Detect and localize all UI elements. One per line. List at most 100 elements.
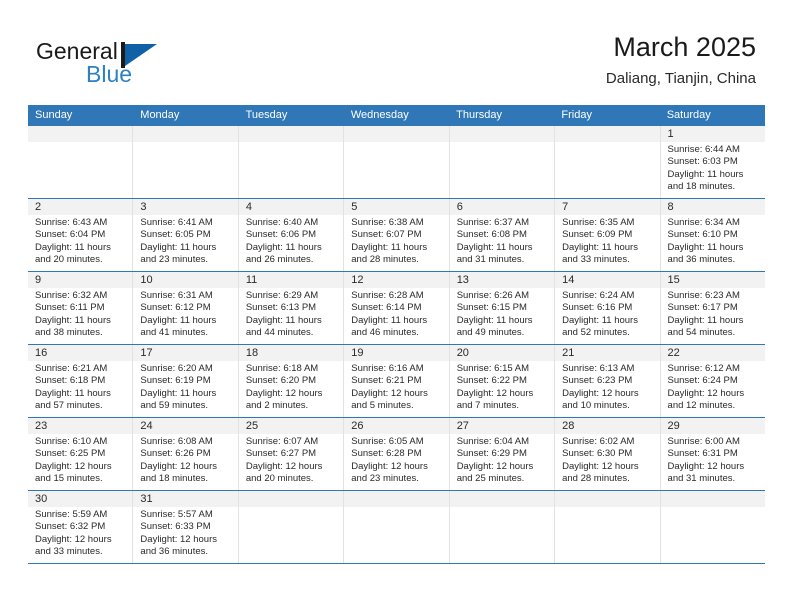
day-detail-line: Daylight: 12 hours — [140, 460, 217, 472]
day-number: 26 — [351, 420, 364, 432]
calendar-day-cell[interactable]: 28 Sunrise: 6:02 AM Sunset: 6:30 PM Dayligh… — [555, 418, 661, 490]
day-detail-line: Sunrise: 6:12 AM — [667, 363, 740, 374]
weekday-header-monday: Monday — [140, 109, 180, 121]
calendar-day-cell[interactable]: 17 Sunrise: 6:20 AM Sunset: 6:19 PM Dayligh… — [133, 345, 239, 417]
day-detail-line: and 52 minutes. — [562, 327, 630, 339]
day-detail-line: Sunrise: 6:31 AM — [140, 290, 213, 301]
day-detail-line: Sunset: 6:14 PM — [351, 302, 422, 314]
calendar-day-cell[interactable]: 7 Sunrise: 6:35 AM Sunset: 6:09 PM Daylight… — [555, 199, 661, 271]
day-detail-line: and 33 minutes. — [35, 546, 103, 558]
calendar-day-cell[interactable]: 25 Sunrise: 6:07 AM Sunset: 6:27 PM Dayligh… — [238, 418, 345, 490]
day-detail-line: Sunset: 6:03 PM — [667, 156, 738, 168]
day-detail-line: and 44 minutes. — [245, 327, 314, 339]
day-detail-line: Sunrise: 6:40 AM — [245, 217, 319, 228]
calendar-day-cell[interactable]: 18 Sunrise: 6:18 AM Sunset: 6:20 PM Dayligh… — [238, 345, 345, 417]
day-number-band — [449, 126, 555, 142]
calendar-day-cell[interactable]: 5 Sunrise: 6:38 AM Sunset: 6:07 PM Daylight… — [344, 199, 450, 271]
day-detail-line: and 12 minutes. — [667, 400, 736, 412]
day-detail-line: Daylight: 12 hours — [35, 460, 112, 472]
day-detail-line: Sunrise: 6:08 AM — [140, 436, 213, 447]
calendar-empty-cell — [238, 491, 345, 563]
calendar-day-cell[interactable]: 21 Sunrise: 6:13 AM Sunset: 6:23 PM Dayligh… — [555, 345, 661, 417]
calendar-week-row: 23 Sunrise: 6:10 AM Sunset: 6:25 PM Dayligh… — [28, 418, 765, 491]
calendar-day-cell[interactable]: 3 Sunrise: 6:41 AM Sunset: 6:05 PM Daylight… — [133, 199, 239, 271]
day-details: Sunrise: 6:00 AM Sunset: 6:31 PM Daylight:… — [661, 434, 765, 486]
calendar-day-cell[interactable]: 8 Sunrise: 6:34 AM Sunset: 6:10 PM Daylight… — [660, 199, 765, 271]
day-number: 25 — [245, 420, 259, 432]
calendar-empty-cell — [449, 491, 556, 563]
calendar-day-cell[interactable]: 1 Sunrise: 6:44 AM Sunset: 6:03 PM Daylight… — [660, 126, 765, 198]
day-number-band: 22 — [660, 345, 765, 361]
day-number-band: 7 — [555, 199, 660, 215]
day-details — [450, 142, 554, 144]
calendar-day-cell[interactable]: 9 Sunrise: 6:32 AM Sunset: 6:11 PM Daylight… — [28, 272, 134, 344]
day-number-band: 24 — [133, 418, 238, 434]
day-details: Sunrise: 6:10 AM Sunset: 6:25 PM Daylight:… — [28, 434, 132, 486]
calendar-day-cell[interactable]: 2 Sunrise: 6:43 AM Sunset: 6:04 PM Daylight… — [28, 199, 134, 271]
calendar-day-cell[interactable]: 26 Sunrise: 6:05 AM Sunset: 6:28 PM Dayligh… — [344, 418, 450, 490]
day-number: 9 — [35, 274, 42, 286]
day-number: 5 — [351, 201, 358, 213]
day-detail-line: and 15 minutes. — [35, 473, 103, 485]
day-detail-line: Sunrise: 6:29 AM — [245, 290, 319, 301]
calendar-day-cell[interactable]: 27 Sunrise: 6:04 AM Sunset: 6:29 PM Dayligh… — [449, 418, 556, 490]
calendar-day-cell[interactable]: 10 Sunrise: 6:31 AM Sunset: 6:12 PM Dayligh… — [133, 272, 239, 344]
page-title: March 2025 — [613, 32, 756, 62]
day-detail-line: Daylight: 12 hours — [140, 533, 217, 545]
calendar-day-cell[interactable]: 15 Sunrise: 6:23 AM Sunset: 6:17 PM Dayligh… — [660, 272, 765, 344]
day-detail-line: Sunset: 6:23 PM — [562, 375, 633, 387]
calendar-day-cell[interactable]: 6 Sunrise: 6:37 AM Sunset: 6:08 PM Daylight… — [449, 199, 556, 271]
calendar-week-row: 30 Sunrise: 5:59 AM Sunset: 6:32 PM Dayligh… — [28, 491, 765, 564]
calendar-day-cell[interactable]: 22 Sunrise: 6:12 AM Sunset: 6:24 PM Dayligh… — [660, 345, 765, 417]
day-number: 4 — [245, 201, 252, 213]
brand-logo[interactable]: General Blue — [36, 38, 236, 94]
day-details: Sunrise: 6:35 AM Sunset: 6:09 PM Daylight:… — [555, 215, 659, 267]
day-number-band — [449, 491, 555, 507]
day-number: 21 — [562, 347, 575, 359]
day-number-band: 13 — [449, 272, 555, 288]
day-detail-line: Daylight: 12 hours — [456, 460, 534, 472]
day-detail-line: Sunset: 6:06 PM — [245, 229, 317, 241]
calendar-empty-cell — [555, 491, 661, 563]
calendar-day-cell[interactable]: 13 Sunrise: 6:26 AM Sunset: 6:15 PM Dayligh… — [449, 272, 556, 344]
day-number: 1 — [667, 128, 674, 140]
calendar-day-cell[interactable]: 30 Sunrise: 5:59 AM Sunset: 6:32 PM Dayligh… — [28, 491, 134, 563]
calendar-day-cell[interactable]: 24 Sunrise: 6:08 AM Sunset: 6:26 PM Dayligh… — [133, 418, 239, 490]
calendar-day-cell[interactable]: 4 Sunrise: 6:40 AM Sunset: 6:06 PM Daylight… — [238, 199, 345, 271]
day-detail-line: Sunrise: 6:23 AM — [667, 290, 740, 301]
day-number-band — [133, 126, 238, 142]
day-number: 18 — [245, 347, 259, 359]
calendar-day-cell[interactable]: 11 Sunrise: 6:29 AM Sunset: 6:13 PM Dayligh… — [238, 272, 345, 344]
day-details: Sunrise: 6:28 AM Sunset: 6:14 PM Daylight:… — [344, 288, 448, 340]
day-detail-line: Sunset: 6:27 PM — [245, 448, 317, 460]
calendar-day-cell[interactable]: 19 Sunrise: 6:16 AM Sunset: 6:21 PM Dayligh… — [344, 345, 450, 417]
day-detail-line: Daylight: 11 hours — [35, 314, 111, 326]
calendar-day-cell[interactable]: 23 Sunrise: 6:10 AM Sunset: 6:25 PM Dayligh… — [28, 418, 134, 490]
day-details — [133, 142, 237, 144]
day-detail-line: Daylight: 12 hours — [351, 387, 428, 399]
day-detail-line: Sunset: 6:11 PM — [35, 302, 105, 314]
calendar-day-cell[interactable]: 31 Sunrise: 5:57 AM Sunset: 6:33 PM Dayligh… — [133, 491, 239, 563]
day-detail-line: Sunrise: 6:07 AM — [245, 436, 319, 447]
calendar-day-cell[interactable]: 14 Sunrise: 6:24 AM Sunset: 6:16 PM Dayligh… — [555, 272, 661, 344]
calendar-day-cell[interactable]: 16 Sunrise: 6:21 AM Sunset: 6:18 PM Dayligh… — [28, 345, 134, 417]
day-detail-line: Daylight: 12 hours — [245, 387, 323, 399]
day-details: Sunrise: 6:43 AM Sunset: 6:04 PM Daylight:… — [28, 215, 132, 267]
day-detail-line: and 57 minutes. — [35, 400, 103, 412]
day-detail-line: Sunset: 6:33 PM — [140, 521, 211, 533]
day-detail-line: Sunset: 6:07 PM — [351, 229, 422, 241]
day-details: Sunrise: 6:18 AM Sunset: 6:20 PM Daylight:… — [239, 361, 343, 413]
day-details: Sunrise: 6:13 AM Sunset: 6:23 PM Daylight:… — [555, 361, 659, 413]
day-number-band: 25 — [238, 418, 344, 434]
day-number: 19 — [351, 347, 364, 359]
day-detail-line: Sunrise: 6:43 AM — [35, 217, 108, 228]
day-detail-line: Sunrise: 6:05 AM — [351, 436, 424, 447]
day-number-band: 5 — [344, 199, 449, 215]
calendar-day-cell[interactable]: 12 Sunrise: 6:28 AM Sunset: 6:14 PM Dayligh… — [344, 272, 450, 344]
day-detail-line: Sunset: 6:08 PM — [456, 229, 527, 241]
day-details — [28, 142, 132, 144]
calendar-day-cell[interactable]: 20 Sunrise: 6:15 AM Sunset: 6:22 PM Dayligh… — [449, 345, 556, 417]
day-detail-line: Daylight: 12 hours — [351, 460, 428, 472]
page-subtitle: Daliang, Tianjin, China — [605, 70, 756, 87]
calendar-day-cell[interactable]: 29 Sunrise: 6:00 AM Sunset: 6:31 PM Dayligh… — [660, 418, 765, 490]
